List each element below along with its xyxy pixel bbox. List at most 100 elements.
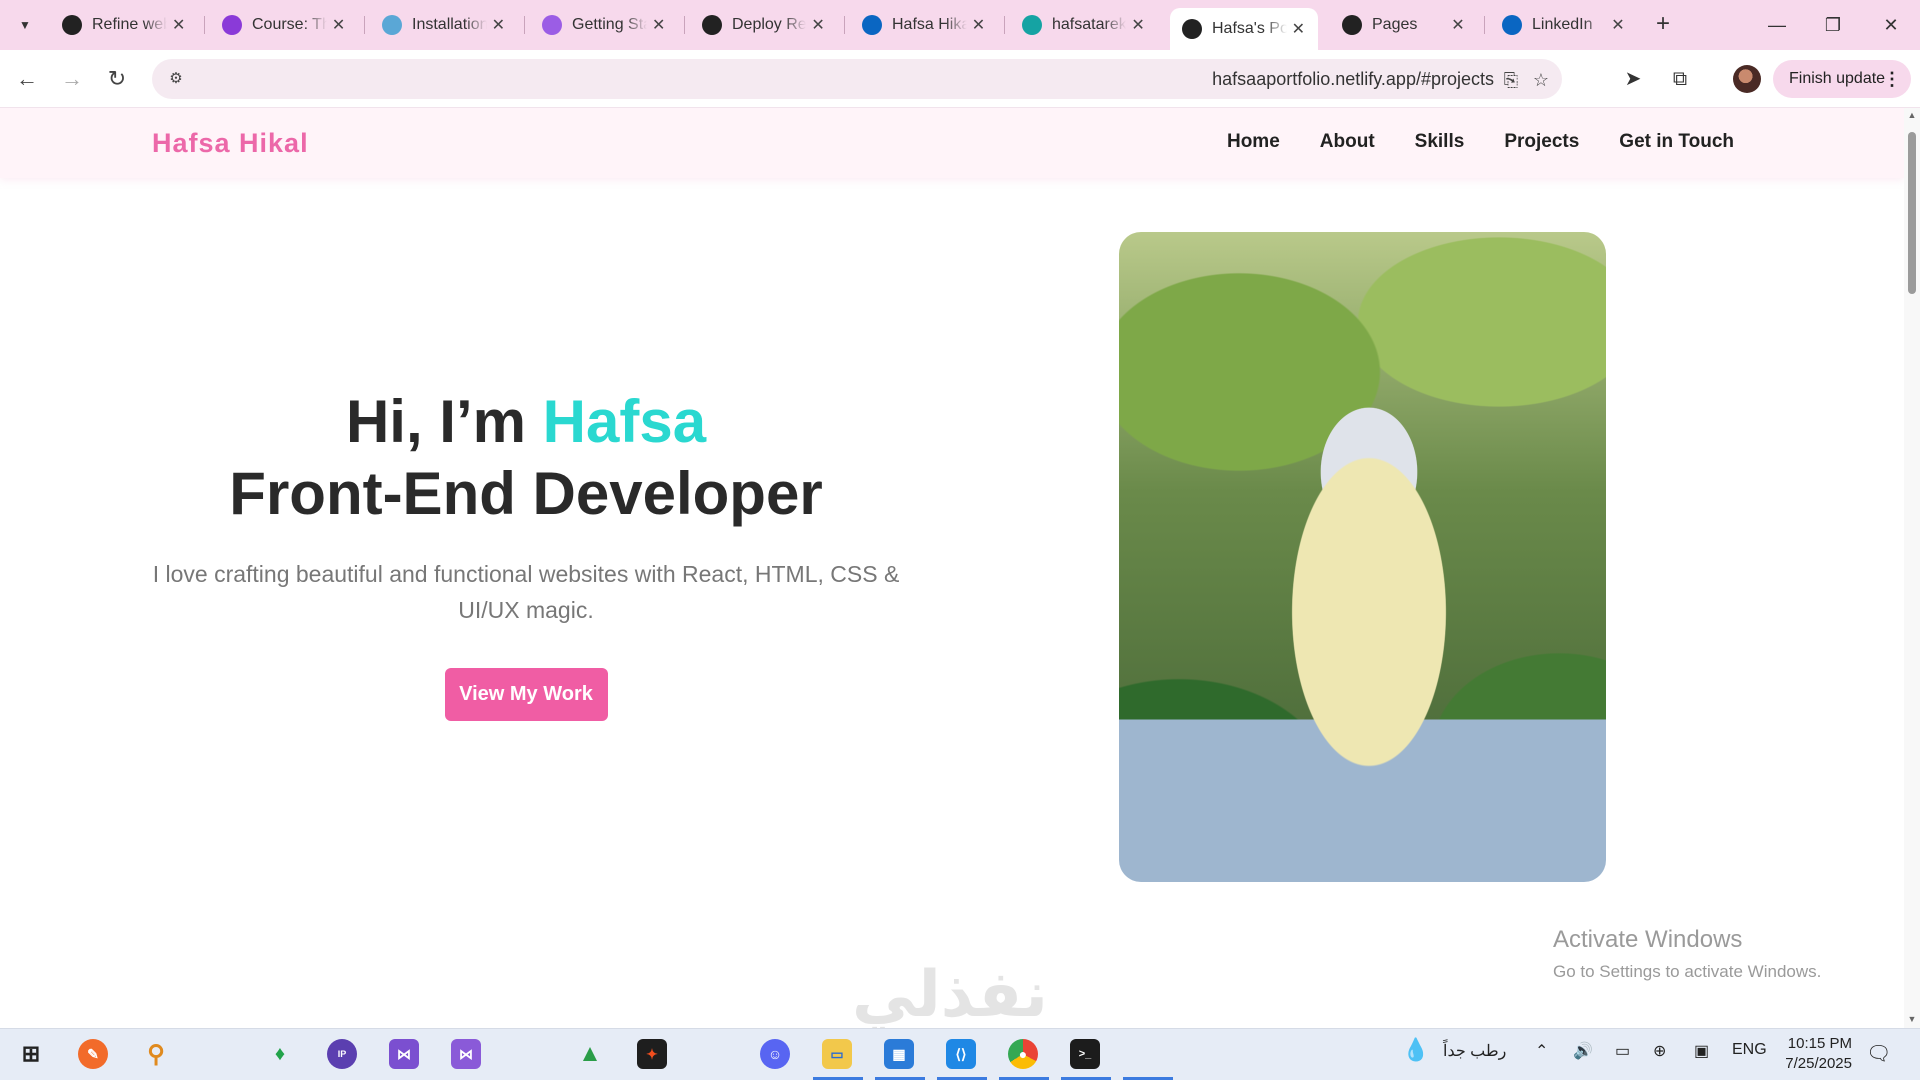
tab-title: Course: Th <box>252 16 328 33</box>
weather-drop-icon[interactable]: 💧 <box>1402 1037 1429 1063</box>
browser-toolbar: ← → ↻ ⚙ hafsaaportfolio.netlify.app/#pro… <box>0 50 1920 108</box>
nav-get-in-touch[interactable]: Get in Touch <box>1619 131 1734 153</box>
windows-taskbar: ⊞ ✎ ⚲ ♦ IP ⋈ ⋈ ▲ ✦ ☺ ▭ ▦ ⟨⟩ ● >_ 💧 رطب ج… <box>0 1028 1920 1080</box>
meet-now-icon[interactable]: ▣ <box>1694 1041 1709 1061</box>
battery-icon[interactable]: ▭ <box>1615 1041 1630 1061</box>
react-icon <box>382 15 402 35</box>
vscode-icon[interactable]: ⟨⟩ <box>946 1039 976 1069</box>
finish-update-label: Finish update <box>1789 70 1886 87</box>
browser-tab[interactable]: Deploy Re ✕ <box>690 8 838 42</box>
browser-tab[interactable]: Installation ✕ <box>370 8 518 42</box>
browser-tab[interactable]: Course: Th ✕ <box>210 8 358 42</box>
terminal-icon[interactable]: >_ <box>1070 1039 1100 1069</box>
browser-tab[interactable]: LinkedIn ✕ <box>1490 8 1638 42</box>
network-globe-icon[interactable]: ⊕ <box>1653 1041 1666 1061</box>
volume-icon[interactable]: 🔊 <box>1573 1041 1593 1061</box>
search-magnifier-icon[interactable]: ⚲ <box>141 1039 171 1069</box>
hero-description: I love crafting beautiful and functional… <box>152 561 900 623</box>
tab-strip: ▼ Refine web ✕ Course: Th ✕ Installation ✕ Get… <box>0 0 1920 50</box>
windows-start-icon[interactable]: ⊞ <box>16 1039 46 1069</box>
install-app-icon[interactable]: ⎘ <box>1498 67 1524 93</box>
back-button[interactable]: ← <box>12 64 42 94</box>
figma-icon[interactable]: ✦ <box>637 1039 667 1069</box>
hero-role: Front-End Developer <box>229 460 823 527</box>
tab-search-chevron-icon[interactable]: ▼ <box>12 12 38 38</box>
browser-tab[interactable]: Hafsa Hika ✕ <box>850 8 998 42</box>
tab-title: Deploy Re <box>732 16 807 33</box>
notification-icon[interactable]: 🗨 <box>1866 1041 1891 1066</box>
extensions-puzzle-icon[interactable]: ⧉ <box>1665 64 1695 94</box>
tab-title: Installation <box>412 16 487 33</box>
tab-title: Hafsa Hika <box>892 16 967 33</box>
file-explorer-icon[interactable]: ▭ <box>822 1039 852 1069</box>
scroll-down-arrow-icon[interactable]: ▼ <box>1906 1014 1918 1024</box>
profile-avatar[interactable] <box>1733 65 1761 93</box>
site-info-icon[interactable]: ⚙ <box>162 65 190 93</box>
discord-icon[interactable]: ☺ <box>760 1039 790 1069</box>
browser-tab[interactable]: hafsatarek ✕ <box>1010 8 1158 42</box>
site-logo[interactable]: Hafsa Hikal <box>152 128 309 159</box>
tab-close-icon[interactable]: ✕ <box>327 15 350 35</box>
google-drive-icon[interactable]: ▲ <box>575 1039 605 1069</box>
browser-tab[interactable]: Refine web ✕ <box>50 8 198 42</box>
tab-close-icon[interactable]: ✕ <box>487 15 510 35</box>
page-scrollbar[interactable]: ▲ ▼ <box>1904 108 1920 1028</box>
new-tab-button[interactable]: + <box>1648 11 1678 39</box>
scroll-thumb[interactable] <box>1908 132 1916 294</box>
clock[interactable]: 10:15 PM 7/25/2025 <box>1772 1034 1852 1074</box>
weather-text[interactable]: رطب جداً <box>1443 1041 1506 1061</box>
reload-button[interactable]: ↻ <box>102 64 132 94</box>
linkedin-icon <box>862 15 882 35</box>
nav-projects[interactable]: Projects <box>1504 131 1579 153</box>
nav-home[interactable]: Home <box>1227 131 1280 153</box>
address-bar[interactable]: ⚙ hafsaaportfolio.netlify.app/#projects … <box>152 59 1562 99</box>
bookmark-star-icon[interactable]: ☆ <box>1528 67 1554 93</box>
cursor-extension-icon[interactable]: ➤ <box>1618 64 1648 94</box>
tab-title: Getting Sta <box>572 16 648 33</box>
browser-tab[interactable]: Pages ✕ <box>1330 8 1478 42</box>
minimize-button[interactable]: — <box>1754 8 1800 42</box>
tab-close-icon[interactable]: ✕ <box>1287 19 1310 39</box>
activate-windows-subtitle: Go to Settings to activate Windows. <box>1553 962 1822 981</box>
openai-icon <box>702 15 722 35</box>
openai-icon <box>1182 19 1202 39</box>
tab-title: LinkedIn <box>1532 16 1593 33</box>
postman-icon[interactable]: ✎ <box>78 1039 108 1069</box>
tab-title: Pages <box>1372 16 1418 33</box>
url-text[interactable]: hafsaaportfolio.netlify.app/#projects <box>1212 69 1494 90</box>
mongodb-icon[interactable]: ♦ <box>265 1039 295 1069</box>
visual-studio-icon[interactable]: ⋈ <box>389 1039 419 1069</box>
tab-close-icon[interactable]: ✕ <box>1446 15 1470 35</box>
scroll-up-arrow-icon[interactable]: ▲ <box>1906 110 1918 120</box>
store-icon[interactable]: ▦ <box>884 1039 914 1069</box>
browser-tab[interactable]: Hafsa's Po ✕ <box>1170 8 1318 50</box>
language-indicator[interactable]: ENG <box>1732 1041 1767 1059</box>
view-my-work-button[interactable]: View My Work <box>444 668 608 721</box>
tab-close-icon[interactable]: ✕ <box>647 15 670 35</box>
tab-close-icon[interactable]: ✕ <box>1606 15 1630 35</box>
tab-title: Hafsa's Po <box>1212 20 1287 37</box>
tray-overflow-icon[interactable]: ⌃ <box>1535 1041 1548 1061</box>
site-header: Hafsa Hikal Home About Skills Projects G… <box>0 108 1904 178</box>
nav-about[interactable]: About <box>1320 131 1375 153</box>
tab-close-icon[interactable]: ✕ <box>167 15 190 35</box>
arabic-watermark-logo: نفذلي <box>852 958 1048 1028</box>
iptv-icon[interactable]: IP <box>327 1039 357 1069</box>
github-icon <box>1342 15 1362 35</box>
close-window-button[interactable]: ✕ <box>1868 8 1914 42</box>
finish-update-button[interactable]: Finish update ⋮ <box>1773 60 1911 98</box>
tab-close-icon[interactable]: ✕ <box>967 15 990 35</box>
nav-skills[interactable]: Skills <box>1415 131 1465 153</box>
menu-dots-icon: ⋮ <box>1883 69 1901 89</box>
openai-icon <box>62 15 82 35</box>
browser-tab[interactable]: Getting Sta ✕ <box>530 8 678 42</box>
profile-photo <box>1119 232 1606 882</box>
chrome-icon[interactable]: ● <box>1008 1039 1038 1069</box>
clock-time: 10:15 PM <box>1787 1035 1852 1052</box>
restore-button[interactable]: ❐ <box>1810 8 1856 42</box>
visual-studio-2-icon[interactable]: ⋈ <box>451 1039 481 1069</box>
forward-button[interactable]: → <box>57 64 87 94</box>
activate-windows-watermark: Activate Windows Go to Settings to activ… <box>1553 926 1821 982</box>
tab-close-icon[interactable]: ✕ <box>806 15 830 35</box>
tab-close-icon[interactable]: ✕ <box>1126 15 1150 35</box>
